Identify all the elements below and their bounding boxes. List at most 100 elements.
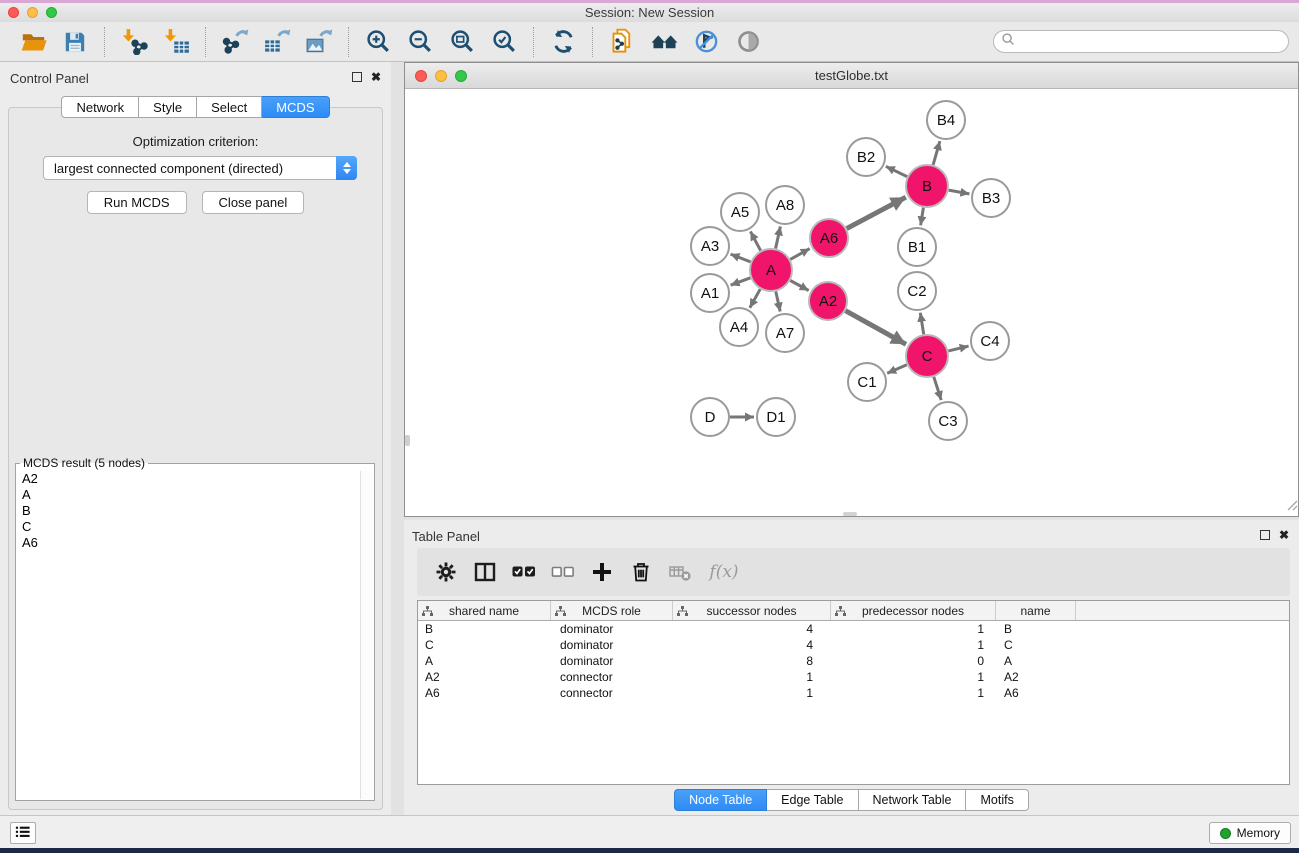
double-home-icon[interactable] [643,25,685,59]
edge-A2-C[interactable] [846,311,907,345]
hide-flag-icon[interactable] [685,25,727,59]
edge-B-B2[interactable] [886,166,907,176]
delete-columns-icon[interactable] [624,556,657,588]
table-cell[interactable]: C [418,638,551,652]
column-header-successor-nodes[interactable]: successor nodes [673,601,831,620]
network-close-icon[interactable] [415,70,427,82]
close-table-panel-icon[interactable]: ✖ [1279,530,1289,540]
table-cell[interactable]: C [996,638,1076,652]
table-cell[interactable]: 4 [673,638,831,652]
unselect-all-columns-icon[interactable] [546,556,579,588]
edge-A-A1[interactable] [731,278,751,285]
table-cell[interactable]: 1 [831,622,996,636]
edge-B-B1[interactable] [921,208,924,226]
memory-button[interactable]: Memory [1209,822,1291,844]
open-session-icon[interactable] [12,25,54,59]
mcds-result-item[interactable]: C [17,519,360,535]
table-cell[interactable]: B [418,622,551,636]
mcds-result-item[interactable]: B [17,503,360,519]
node-B4[interactable]: B4 [927,101,965,139]
close-panel-icon[interactable]: ✖ [371,72,381,82]
edge-A-A5[interactable] [750,231,760,250]
table-cell[interactable]: dominator [551,638,673,652]
node-A4[interactable]: A4 [720,308,758,346]
close-panel-button[interactable]: Close panel [202,191,305,214]
search-input[interactable] [1016,31,1288,52]
float-panel-icon[interactable] [352,72,362,82]
table-cell[interactable]: 4 [673,622,831,636]
tab-network[interactable]: Network [61,96,139,118]
network-graph[interactable]: AA1A2A3A4A5A6A7A8BB1B2B3B4CC1C2C3C4DD1 [405,89,1298,516]
node-B1[interactable]: B1 [898,228,936,266]
save-session-icon[interactable] [54,25,96,59]
result-list-scrollbar[interactable] [360,471,373,799]
edge-A-A4[interactable] [750,289,760,308]
node-C4[interactable]: C4 [971,322,1009,360]
table-cell[interactable]: 1 [831,638,996,652]
zoom-fit-icon[interactable] [441,25,483,59]
create-column-icon[interactable] [585,556,618,588]
column-header-name[interactable]: name [996,601,1076,620]
zoom-window-icon[interactable] [46,7,57,18]
tab-motifs[interactable]: Motifs [966,789,1028,811]
tab-network-table[interactable]: Network Table [859,789,967,811]
node-A3[interactable]: A3 [691,227,729,265]
column-header-shared-name[interactable]: shared name [418,601,551,620]
network-minimize-icon[interactable] [435,70,447,82]
table-cell[interactable]: connector [551,670,673,684]
node-D[interactable]: D [691,398,729,436]
network-canvas[interactable]: AA1A2A3A4A5A6A7A8BB1B2B3B4CC1C2C3C4DD1 [405,89,1298,516]
table-cell[interactable]: 0 [831,654,996,668]
apply-layout-icon[interactable] [542,25,584,59]
node-B2[interactable]: B2 [847,138,885,176]
node-C3[interactable]: C3 [929,402,967,440]
node-A1[interactable]: A1 [691,274,729,312]
node-D1[interactable]: D1 [757,398,795,436]
tab-mcds[interactable]: MCDS [262,96,329,118]
network-horizontal-scrollbar[interactable] [843,512,857,516]
mcds-result-item[interactable]: A2 [17,471,360,487]
tab-edge-table[interactable]: Edge Table [767,789,858,811]
table-options-gear-icon[interactable] [429,556,462,588]
tab-select[interactable]: Select [197,96,262,118]
show-columns-icon[interactable] [468,556,501,588]
edge-A6-B[interactable] [847,197,906,228]
zoom-in-icon[interactable] [357,25,399,59]
node-C2[interactable]: C2 [898,272,936,310]
table-cell[interactable]: B [996,622,1076,636]
table-cell[interactable]: 1 [831,670,996,684]
table-row[interactable]: A6connector11A6 [418,685,1289,701]
edge-A-A2[interactable] [790,281,808,291]
mcds-result-item[interactable]: A [17,487,360,503]
edge-C-C2[interactable] [920,313,923,335]
table-cell[interactable]: 1 [673,686,831,700]
resize-grip-icon[interactable] [1285,498,1298,516]
edge-B-B4[interactable] [933,141,940,165]
table-row[interactable]: Cdominator41C [418,637,1289,653]
node-A2[interactable]: A2 [809,282,847,320]
search-box[interactable] [993,30,1289,53]
table-cell[interactable]: A [996,654,1076,668]
zoom-selected-icon[interactable] [483,25,525,59]
node-A8[interactable]: A8 [766,186,804,224]
close-window-icon[interactable] [8,7,19,18]
float-table-panel-icon[interactable] [1260,530,1270,540]
node-A[interactable]: A [750,249,792,291]
network-vertical-scrollbar[interactable] [405,435,410,446]
select-all-columns-icon[interactable] [507,556,540,588]
edge-C-C4[interactable] [948,346,968,351]
task-history-button[interactable] [10,822,36,844]
main-titlebar[interactable]: Session: New Session [0,3,1299,22]
table-cell[interactable]: A2 [996,670,1076,684]
edge-B-B3[interactable] [949,190,970,194]
copy-network-icon[interactable] [601,25,643,59]
table-cell[interactable]: dominator [551,622,673,636]
table-cell[interactable]: A6 [996,686,1076,700]
node-A5[interactable]: A5 [721,193,759,231]
node-B3[interactable]: B3 [972,179,1010,217]
table-cell[interactable]: connector [551,686,673,700]
export-image-icon[interactable] [298,25,340,59]
table-cell[interactable]: 1 [673,670,831,684]
table-row[interactable]: Bdominator41B [418,621,1289,637]
minimize-window-icon[interactable] [27,7,38,18]
